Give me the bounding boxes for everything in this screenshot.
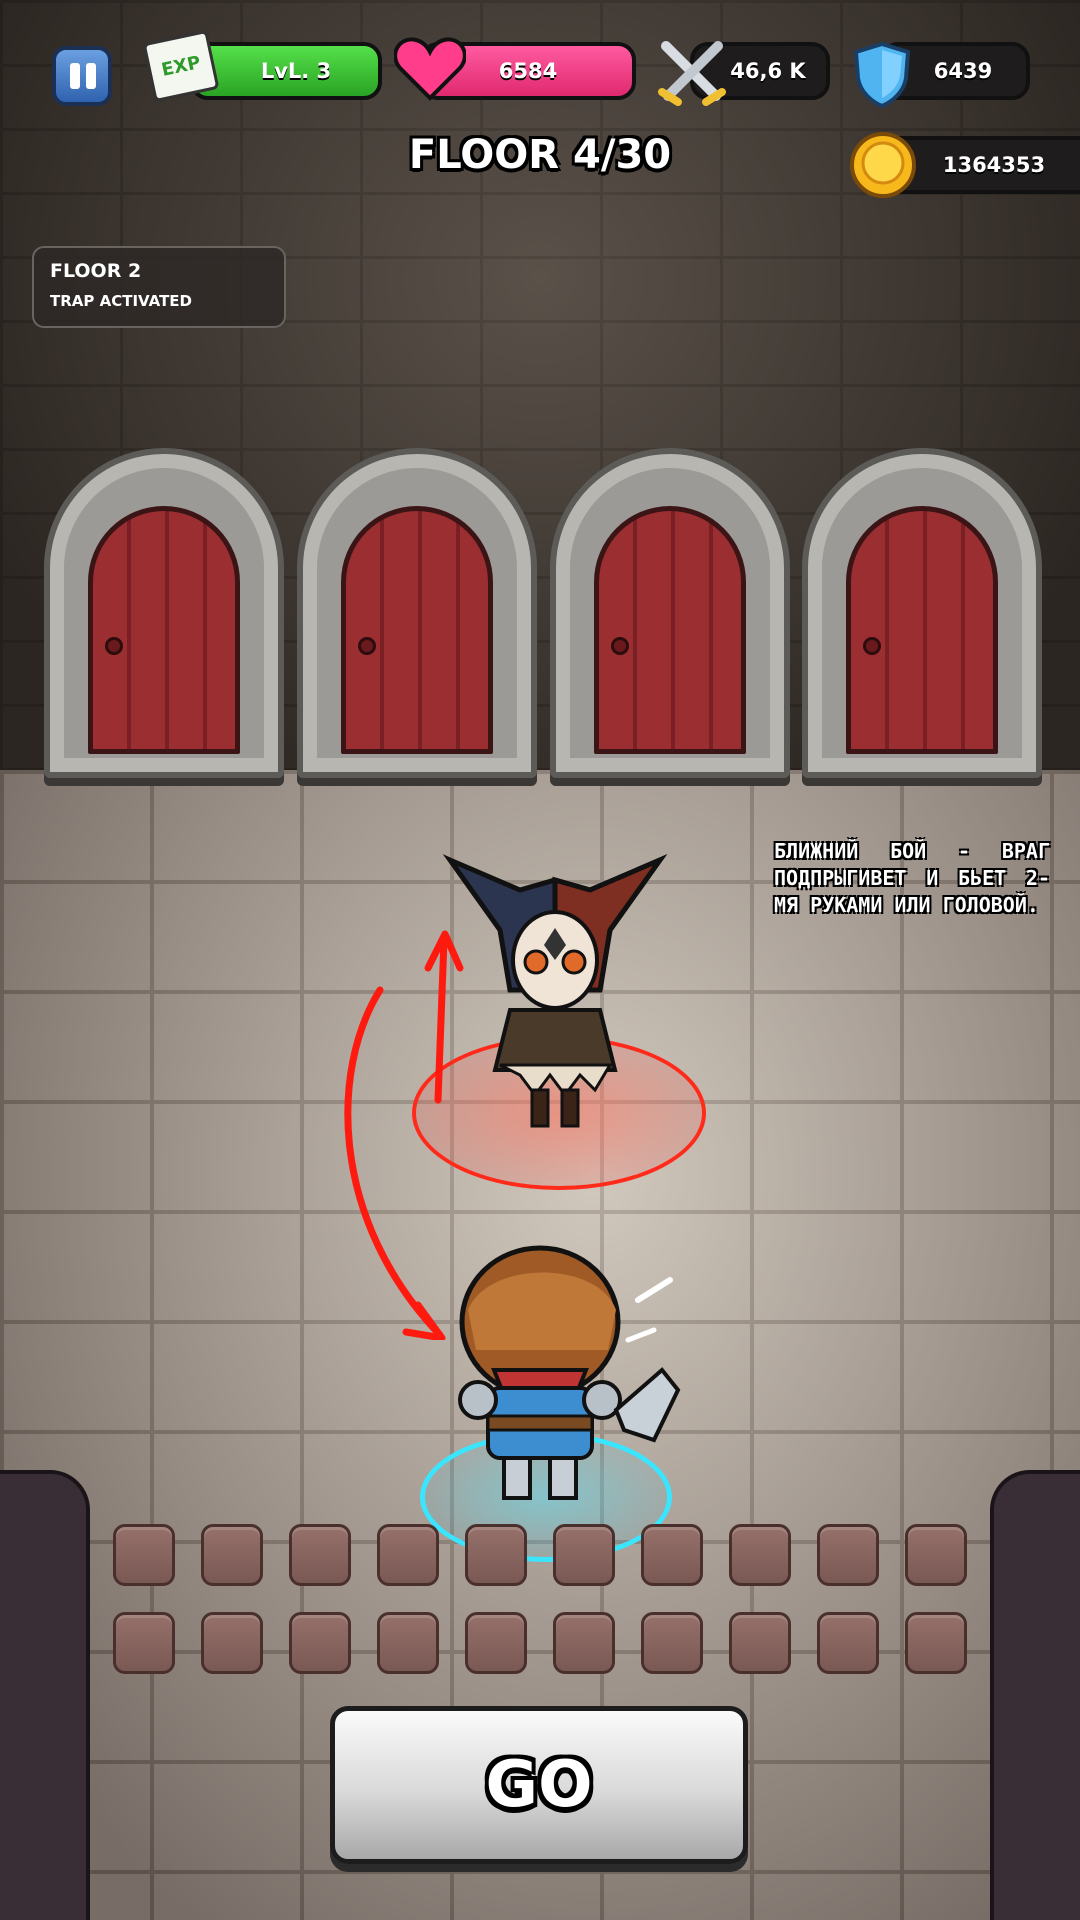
inventory-slot[interactable]	[201, 1524, 263, 1586]
enemy-jester[interactable]	[440, 850, 670, 1140]
tutorial-note: Ближний бой - враг подпрыгивет и бьет 2-…	[774, 839, 1050, 917]
crossed-swords-icon	[658, 41, 726, 106]
door-knob	[611, 637, 629, 655]
inventory-slot[interactable]	[465, 1524, 527, 1586]
inventory-slot[interactable]	[377, 1612, 439, 1674]
attack-value: 46,6 K	[730, 59, 806, 83]
door-panel	[594, 506, 746, 754]
door-panel	[88, 506, 240, 754]
inventory-slot[interactable]	[289, 1612, 351, 1674]
door-2[interactable]	[297, 448, 537, 778]
inventory-slot[interactable]	[553, 1612, 615, 1674]
inventory-slot[interactable]	[817, 1524, 879, 1586]
gold-value: 1364353	[942, 153, 1046, 177]
hero-character[interactable]	[448, 1240, 688, 1520]
door-panel	[846, 506, 998, 754]
inventory-slot[interactable]	[113, 1524, 175, 1586]
health-value: 6584	[498, 59, 558, 83]
gold-coin-icon	[850, 132, 916, 198]
door-3[interactable]	[550, 448, 790, 778]
heart-icon	[394, 37, 466, 101]
pause-icon	[70, 63, 80, 89]
inventory-slot[interactable]	[905, 1524, 967, 1586]
inventory-slot[interactable]	[465, 1612, 527, 1674]
inventory-slot[interactable]	[817, 1612, 879, 1674]
inventory-slot[interactable]	[729, 1524, 791, 1586]
game-stage: LvL. 3 EXP 6584 46,6 K 6439 1364353 FLOO…	[0, 0, 1080, 1920]
inventory-slot[interactable]	[729, 1612, 791, 1674]
floor-counter: FLOOR 4/30	[408, 132, 672, 178]
inventory-slot[interactable]	[553, 1524, 615, 1586]
event-log-message: TRAP ACTIVATED	[50, 292, 193, 310]
door-knob	[863, 637, 881, 655]
pause-icon-bar	[86, 63, 96, 89]
shield-icon	[853, 41, 911, 108]
left-rock	[0, 1470, 90, 1920]
door-4[interactable]	[802, 448, 1042, 778]
go-button[interactable]: GO	[330, 1706, 748, 1864]
event-log-title: FLOOR 2	[50, 260, 142, 282]
inventory-slot[interactable]	[201, 1612, 263, 1674]
door-1[interactable]	[44, 448, 284, 778]
right-rock	[990, 1470, 1080, 1920]
inventory-slot[interactable]	[377, 1524, 439, 1586]
door-panel	[341, 506, 493, 754]
door-knob	[358, 637, 376, 655]
inventory-slot[interactable]	[641, 1612, 703, 1674]
door-knob	[105, 637, 123, 655]
inventory-slot[interactable]	[641, 1524, 703, 1586]
level-bar: LvL. 3	[190, 42, 382, 100]
inventory-slot[interactable]	[289, 1524, 351, 1586]
inventory-slot[interactable]	[113, 1612, 175, 1674]
inventory-slot[interactable]	[905, 1612, 967, 1674]
defense-value: 6439	[933, 59, 993, 83]
pause-button[interactable]	[52, 46, 112, 106]
event-log-panel: FLOOR 2 TRAP ACTIVATED	[32, 246, 286, 328]
level-label: LvL. 3	[260, 59, 332, 83]
